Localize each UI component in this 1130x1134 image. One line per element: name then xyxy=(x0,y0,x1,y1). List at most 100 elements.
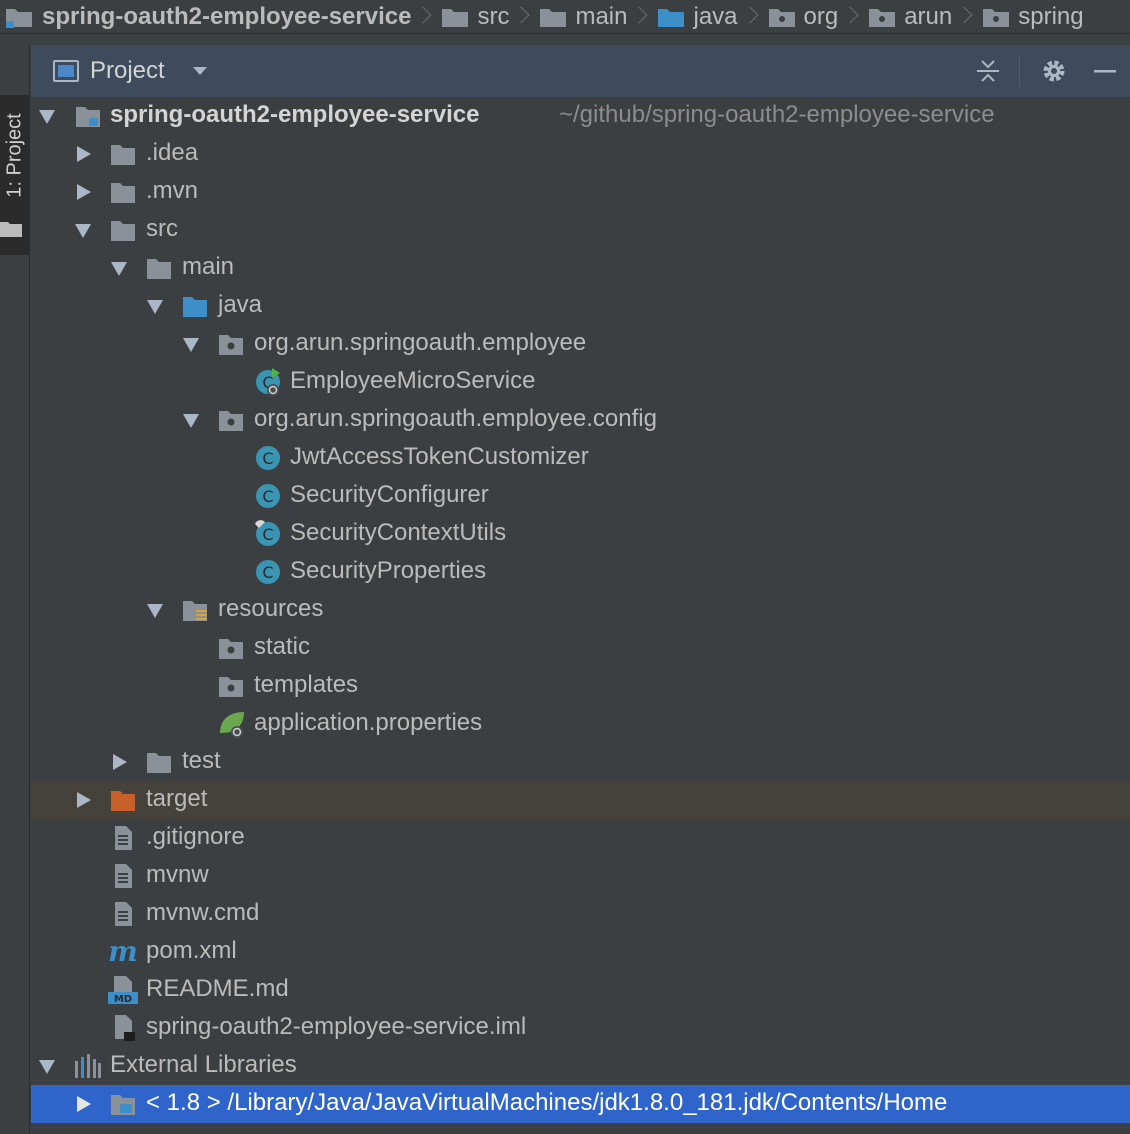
tree-row-mvn[interactable]: .mvn xyxy=(31,173,1130,211)
tree-row-security-properties[interactable]: C SecurityProperties xyxy=(31,553,1130,591)
tree-row-security-configurer[interactable]: C SecurityConfigurer xyxy=(31,477,1130,515)
tree-row-mvnw[interactable]: mvnw xyxy=(31,857,1130,895)
resources-folder-icon xyxy=(182,598,208,622)
folder-icon xyxy=(0,221,22,237)
final-class-icon: C xyxy=(254,520,282,548)
tree-row-readme[interactable]: MD README.md xyxy=(31,971,1130,1009)
tree-row-target[interactable]: target xyxy=(31,781,1130,819)
svg-text:m: m xyxy=(108,938,138,966)
tree-row-test[interactable]: test xyxy=(31,743,1130,781)
jdk-folder-icon xyxy=(110,1092,136,1116)
tree-row-templates[interactable]: templates xyxy=(31,667,1130,705)
tree-item-label: pom.xml xyxy=(146,937,237,965)
tree-row-package-config[interactable]: org.arun.springoauth.employee.config xyxy=(31,401,1130,439)
breadcrumb-item-main[interactable]: main xyxy=(529,0,647,34)
markdown-file-icon: MD xyxy=(108,975,138,1005)
package-icon xyxy=(868,6,896,28)
tree-row-idea[interactable]: .idea xyxy=(31,135,1130,173)
folder-icon xyxy=(441,6,469,28)
project-view-selector[interactable]: Project xyxy=(90,57,165,85)
folder-icon xyxy=(146,750,172,774)
tree-row-application-properties[interactable]: application.properties xyxy=(31,705,1130,743)
package-icon xyxy=(218,332,244,356)
expand-arrow-icon[interactable] xyxy=(39,1060,55,1074)
svg-text:C: C xyxy=(262,487,273,506)
gear-icon[interactable] xyxy=(1040,57,1068,85)
chevron-down-icon[interactable] xyxy=(193,67,207,75)
expand-arrow-icon[interactable] xyxy=(77,146,91,162)
project-tab-label: 1: Project xyxy=(4,113,27,197)
project-root-path: ~/github/spring-oauth2-employee-service xyxy=(559,101,995,129)
breadcrumb-item-java[interactable]: java xyxy=(647,0,757,34)
tree-row-java[interactable]: java xyxy=(31,287,1130,325)
tree-row-package-employee[interactable]: org.arun.springoauth.employee xyxy=(31,325,1130,363)
tree-row-pom-xml[interactable]: m pom.xml xyxy=(31,933,1130,971)
tree-row-jdk[interactable]: < 1.8 > /Library/Java/JavaVirtualMachine… xyxy=(31,1085,1130,1123)
hide-panel-icon[interactable] xyxy=(1091,57,1119,85)
project-tree: spring-oauth2-employee-service ~/github/… xyxy=(31,97,1130,1134)
tree-item-label: application.properties xyxy=(254,709,482,737)
excluded-folder-icon xyxy=(110,788,136,812)
library-icon xyxy=(74,1053,102,1079)
navigation-breadcrumb: spring-oauth2-employee-service src main … xyxy=(0,0,1130,34)
class-icon: C xyxy=(254,482,282,510)
expand-arrow-icon[interactable] xyxy=(77,184,91,200)
expand-arrow-icon[interactable] xyxy=(183,414,199,428)
tree-item-label: SecurityProperties xyxy=(290,557,486,585)
svg-text:C: C xyxy=(262,449,273,468)
svg-text:C: C xyxy=(262,563,273,582)
tree-row-security-context-utils[interactable]: C SecurityContextUtils xyxy=(31,515,1130,553)
module-folder-icon xyxy=(4,5,34,29)
package-icon xyxy=(768,6,796,28)
tree-item-label: .idea xyxy=(146,139,198,167)
project-tool-window-tab[interactable]: 1: Project xyxy=(0,95,30,255)
tree-row-external-libraries[interactable]: External Libraries xyxy=(31,1047,1130,1085)
tree-row-static[interactable]: static xyxy=(31,629,1130,667)
tree-item-label: test xyxy=(182,747,221,775)
tree-row-jwt-access-token-customizer[interactable]: C JwtAccessTokenCustomizer xyxy=(31,439,1130,477)
breadcrumb-item-src[interactable]: src xyxy=(431,0,529,34)
collapse-all-icon[interactable] xyxy=(974,57,1002,85)
tree-item-label: org.arun.springoauth.employee.config xyxy=(254,405,657,433)
tree-item-label: External Libraries xyxy=(110,1051,297,1079)
tree-row-mvnw-cmd[interactable]: mvnw.cmd xyxy=(31,895,1130,933)
tree-row-resources[interactable]: resources xyxy=(31,591,1130,629)
spring-leaf-icon xyxy=(218,709,248,739)
expand-arrow-icon[interactable] xyxy=(77,1096,91,1112)
tree-row-employee-micro-service[interactable]: C EmployeeMicroService xyxy=(31,363,1130,401)
expand-arrow-icon[interactable] xyxy=(111,262,127,276)
expand-arrow-icon[interactable] xyxy=(147,300,163,314)
package-icon xyxy=(218,636,244,660)
expand-arrow-icon[interactable] xyxy=(77,792,91,808)
tree-item-label: SecurityConfigurer xyxy=(290,481,489,509)
tree-row-iml[interactable]: spring-oauth2-employee-service.iml xyxy=(31,1009,1130,1047)
tree-row-gitignore[interactable]: .gitignore xyxy=(31,819,1130,857)
breadcrumb-item-arun[interactable]: arun xyxy=(858,0,972,34)
tree-row-main[interactable]: main xyxy=(31,249,1130,287)
tree-row-src[interactable]: src xyxy=(31,211,1130,249)
header-divider xyxy=(1019,55,1020,87)
expand-arrow-icon[interactable] xyxy=(39,110,55,124)
tree-item-label: target xyxy=(146,785,207,813)
folder-icon xyxy=(110,142,136,166)
module-folder-icon xyxy=(75,104,101,128)
breadcrumb-item-org[interactable]: org xyxy=(758,0,859,34)
text-file-icon xyxy=(112,825,134,851)
tree-item-label: src xyxy=(146,215,178,243)
folder-icon xyxy=(110,218,136,242)
tree-item-label: templates xyxy=(254,671,358,699)
breadcrumb-item-module[interactable]: spring-oauth2-employee-service xyxy=(0,0,431,34)
expand-arrow-icon[interactable] xyxy=(75,224,91,238)
expand-arrow-icon[interactable] xyxy=(147,604,163,618)
expand-arrow-icon[interactable] xyxy=(183,338,199,352)
project-panel-header: Project xyxy=(31,45,1130,97)
module-file-icon xyxy=(112,1014,136,1042)
project-root-label: spring-oauth2-employee-service xyxy=(110,101,479,129)
folder-icon xyxy=(110,180,136,204)
tree-row-project-root[interactable]: spring-oauth2-employee-service ~/github/… xyxy=(31,97,1130,135)
tree-item-label: org.arun.springoauth.employee xyxy=(254,329,586,357)
breadcrumb-item-spring[interactable]: spring xyxy=(972,0,1083,34)
expand-arrow-icon[interactable] xyxy=(113,754,127,770)
tree-item-label: spring-oauth2-employee-service.iml xyxy=(146,1013,526,1041)
svg-text:MD: MD xyxy=(114,994,132,1005)
